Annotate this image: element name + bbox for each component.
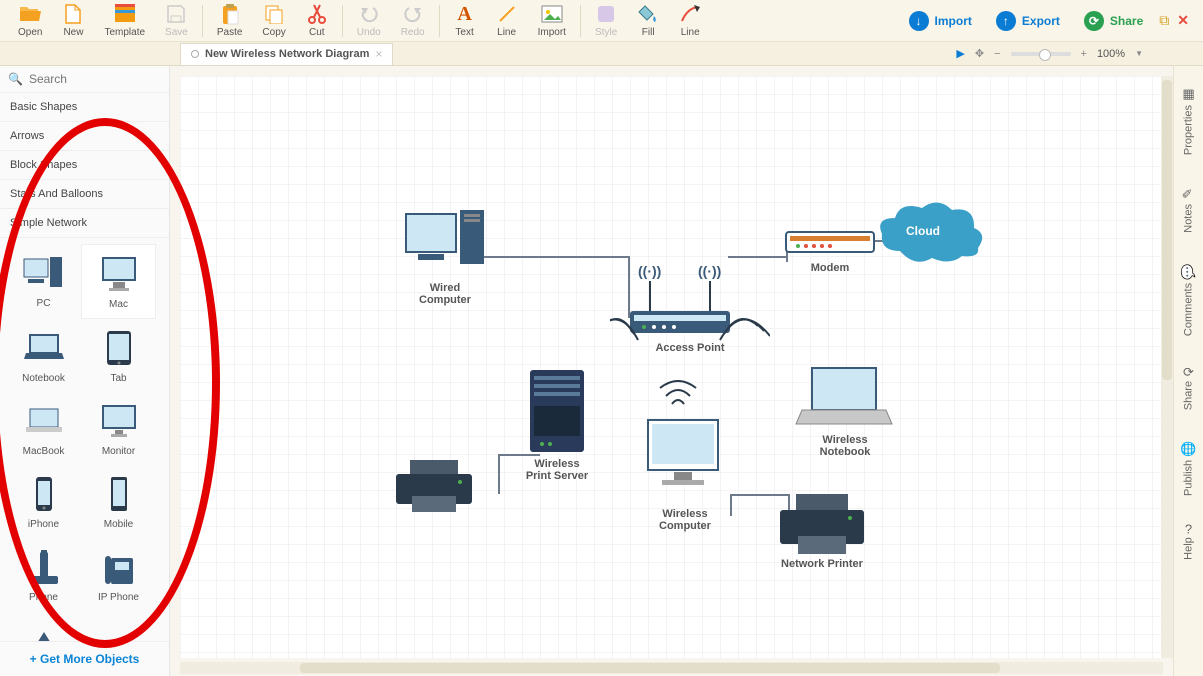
- shape-mobile[interactable]: Mobile: [81, 465, 156, 538]
- save-button[interactable]: Save: [155, 1, 198, 40]
- style-button[interactable]: Style: [585, 1, 627, 40]
- template-button[interactable]: Template: [94, 1, 155, 40]
- network-printer-label: Network Printer: [780, 558, 864, 570]
- comments-icon: 💬: [1181, 263, 1197, 278]
- category-basic-shapes[interactable]: Basic Shapes: [0, 93, 169, 122]
- text-button[interactable]: AText: [444, 1, 486, 40]
- network-printer-node[interactable]: [772, 490, 872, 565]
- modem-label: Modem: [790, 262, 870, 274]
- fill-button[interactable]: Fill: [627, 1, 669, 40]
- new-button[interactable]: New: [52, 1, 94, 40]
- shape-palette: PC Mac Notebook Tab MacBook Monitor iPho…: [0, 238, 169, 641]
- print-server-label: Wireless Print Server: [522, 458, 592, 482]
- access-point-label: Access Point: [630, 342, 750, 354]
- open-button[interactable]: Open: [8, 1, 52, 40]
- shape-ip-phone[interactable]: IP Phone: [81, 538, 156, 611]
- vertical-scrollbar[interactable]: [1161, 76, 1173, 658]
- tab-title: New Wireless Network Diagram: [205, 48, 369, 60]
- cut-button[interactable]: Cut: [296, 1, 338, 40]
- search-box[interactable]: 🔍: [0, 66, 169, 93]
- printer-node[interactable]: [390, 456, 478, 521]
- wireless-computer-label: Wireless Computer: [640, 508, 730, 532]
- tab-close-icon[interactable]: ×: [375, 47, 382, 61]
- publish-icon: 🌐: [1181, 441, 1197, 456]
- category-stars-balloons[interactable]: Stars And Balloons: [0, 180, 169, 209]
- category-simple-network[interactable]: Simple Network: [0, 209, 169, 238]
- document-tab-bar: New Wireless Network Diagram × ▶ ✥ − + 1…: [0, 42, 1203, 66]
- comments-tab[interactable]: Comments💬: [1181, 263, 1196, 336]
- pan-tool-icon[interactable]: ✥: [975, 47, 984, 60]
- modem-node[interactable]: [780, 226, 880, 265]
- shape-mac[interactable]: Mac: [81, 244, 156, 319]
- right-panel: Properties▦ Notes✎ Comments💬 Share⟳ Publ…: [1173, 66, 1203, 676]
- zoom-out-icon[interactable]: −: [994, 48, 1000, 60]
- tab-status-icon: [191, 50, 199, 58]
- shape-more[interactable]: [6, 611, 81, 641]
- publish-tab[interactable]: Publish🌐: [1181, 440, 1196, 496]
- share-tab[interactable]: Share⟳: [1181, 366, 1196, 410]
- document-tab[interactable]: New Wireless Network Diagram ×: [180, 43, 393, 65]
- main-toolbar: Open New Template Save Paste Copy Cut Un…: [0, 0, 1203, 42]
- paste-button[interactable]: Paste: [207, 1, 253, 40]
- category-block-shapes[interactable]: Block Shapes: [0, 151, 169, 180]
- wired-computer-node[interactable]: [400, 206, 490, 281]
- shape-notebook[interactable]: Notebook: [6, 319, 81, 392]
- properties-icon: ▦: [1181, 86, 1196, 101]
- share-button[interactable]: ⟳Share: [1076, 7, 1151, 35]
- properties-tab[interactable]: Properties▦: [1181, 86, 1196, 155]
- cursor-tool-icon[interactable]: ▶: [956, 47, 964, 60]
- zoom-level: 100%: [1097, 48, 1125, 60]
- shapes-sidebar: 🔍 Basic Shapes Arrows Block Shapes Stars…: [0, 66, 170, 676]
- import-image-button[interactable]: Import: [528, 1, 576, 40]
- shape-pc[interactable]: PC: [6, 244, 81, 319]
- help-icon: ?: [1185, 522, 1192, 537]
- print-server-node[interactable]: [522, 366, 592, 461]
- search-icon: 🔍: [8, 72, 23, 86]
- wireless-notebook-label: Wireless Notebook: [800, 434, 890, 458]
- cloud-label: Cloud: [906, 224, 940, 238]
- category-arrows[interactable]: Arrows: [0, 122, 169, 151]
- shape-tab[interactable]: Tab: [81, 319, 156, 392]
- wireless-computer-node[interactable]: [630, 376, 740, 511]
- zoom-in-icon[interactable]: +: [1081, 48, 1087, 60]
- svg-text:((·)): ((·)): [698, 263, 721, 279]
- shape-macbook[interactable]: MacBook: [6, 392, 81, 465]
- shape-phone[interactable]: Phone: [6, 538, 81, 611]
- window-close-icon[interactable]: ✕: [1177, 12, 1189, 29]
- search-input[interactable]: [29, 72, 184, 86]
- copy-button[interactable]: Copy: [252, 1, 295, 40]
- connection[interactable]: [480, 256, 630, 258]
- notes-icon: ✎: [1181, 185, 1196, 200]
- shape-monitor[interactable]: Monitor: [81, 392, 156, 465]
- share-icon: ⟳: [1183, 364, 1194, 379]
- svg-text:((·)): ((·)): [638, 263, 661, 279]
- zoom-slider[interactable]: [1011, 52, 1071, 56]
- canvas-area: Wired Computer ((·)) ((·)): [170, 66, 1173, 676]
- notes-tab[interactable]: Notes✎: [1181, 185, 1196, 233]
- shape-iphone[interactable]: iPhone: [6, 465, 81, 538]
- wired-computer-label: Wired Computer: [400, 282, 490, 306]
- window-restore-icon[interactable]: ⧉: [1159, 12, 1169, 29]
- line-button[interactable]: Line: [486, 1, 528, 40]
- cloud-node[interactable]: Cloud: [870, 196, 990, 281]
- zoom-dropdown-icon[interactable]: ▼: [1135, 49, 1143, 58]
- redo-button[interactable]: Redo: [391, 1, 435, 40]
- diagram-canvas[interactable]: Wired Computer ((·)) ((·)): [180, 76, 1163, 658]
- wireless-notebook-node[interactable]: [794, 362, 894, 437]
- line-style-button[interactable]: Line: [669, 1, 711, 40]
- connection[interactable]: [498, 454, 500, 494]
- horizontal-scrollbar[interactable]: [180, 662, 1163, 674]
- help-tab[interactable]: Help?: [1181, 526, 1196, 560]
- get-more-objects-button[interactable]: + Get More Objects: [0, 641, 169, 676]
- import-button[interactable]: ↓Import: [901, 7, 980, 35]
- export-button[interactable]: ↑Export: [988, 7, 1068, 35]
- undo-button[interactable]: Undo: [347, 1, 391, 40]
